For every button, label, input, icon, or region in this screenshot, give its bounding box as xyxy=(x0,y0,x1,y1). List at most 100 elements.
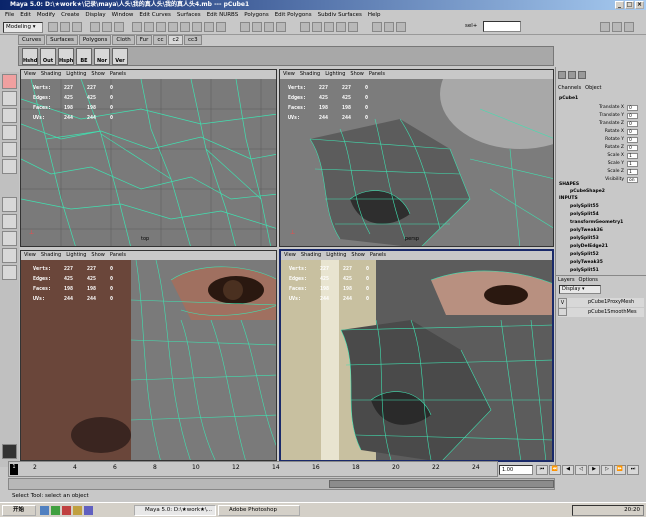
play-forward-icon[interactable]: ▶ xyxy=(588,465,600,475)
layer-visibility-toggle[interactable] xyxy=(558,308,567,316)
menu-edit-polygons[interactable]: Edit Polygons xyxy=(272,10,315,20)
step-back-key-icon[interactable]: ⏪ xyxy=(549,465,561,475)
panel-menu-shading[interactable]: Shading xyxy=(41,70,61,79)
shelf-tab[interactable]: Curves xyxy=(18,35,46,45)
shelf-tab[interactable]: cc3 xyxy=(184,35,202,45)
layer-row[interactable]: V pCube1ProxyMesh xyxy=(558,298,644,309)
panel-menu-panels[interactable]: Panels xyxy=(110,70,126,79)
shelf-tab[interactable]: c2 xyxy=(168,35,184,45)
lasso-tool-icon[interactable] xyxy=(2,91,17,106)
attribute-editor-icon[interactable] xyxy=(600,22,610,32)
shelf-button[interactable]: Ver xyxy=(112,48,128,65)
new-scene-icon[interactable] xyxy=(48,22,58,32)
task-maya[interactable]: Maya 5.0: D:\★work★\... xyxy=(134,505,216,516)
snap-point-icon[interactable] xyxy=(264,22,274,32)
panel-menu-panels[interactable]: Panels xyxy=(370,251,386,260)
viewport-side[interactable]: View Shading Lighting Show Panels Verts:… xyxy=(279,249,554,462)
attr-field[interactable]: 1 xyxy=(627,161,638,167)
mask-icon[interactable] xyxy=(204,22,214,32)
render-globals-icon[interactable] xyxy=(396,22,406,32)
panel-menu-lighting[interactable]: Lighting xyxy=(66,251,86,260)
tab-object[interactable]: Object xyxy=(585,85,601,91)
attr-field[interactable]: 1 xyxy=(627,169,638,175)
viewport-canvas[interactable]: Verts: 227 227 0 Edges: 425 425 0 Faces: 198 198… xyxy=(280,79,553,246)
panel-menu-view[interactable]: View xyxy=(24,70,36,79)
mask-icon[interactable] xyxy=(132,22,142,32)
attr-field[interactable]: 0 xyxy=(627,137,638,143)
shelf-tab[interactable]: cc xyxy=(153,35,168,45)
panel-menu-show[interactable]: Show xyxy=(91,70,105,79)
maximize-button[interactable]: □ xyxy=(625,1,634,9)
select-hierarchy-icon[interactable] xyxy=(90,22,100,32)
viewport-canvas[interactable]: Verts: 227 227 0 Edges: 425 425 0 Faces: 198 198… xyxy=(281,260,552,460)
panel-menu-shading[interactable]: Shading xyxy=(300,70,320,79)
ipr-render-icon[interactable] xyxy=(384,22,394,32)
input-node[interactable]: polyTweak35 xyxy=(570,260,603,265)
menu-window[interactable]: Window xyxy=(109,10,137,20)
app-icon[interactable] xyxy=(62,506,71,515)
layout-four-icon[interactable] xyxy=(2,214,17,229)
tool-settings-icon[interactable] xyxy=(612,22,622,32)
scale-tool-icon[interactable] xyxy=(2,142,17,157)
menu-polygons[interactable]: Polygons xyxy=(241,10,271,20)
app-icon[interactable] xyxy=(84,506,93,515)
panel-menu-lighting[interactable]: Lighting xyxy=(326,251,346,260)
mask-icon[interactable] xyxy=(192,22,202,32)
history-icon[interactable] xyxy=(324,22,334,32)
panel-menu-lighting[interactable]: Lighting xyxy=(325,70,345,79)
shelf-tab[interactable]: Surfaces xyxy=(46,35,78,45)
start-button[interactable]: 开始 xyxy=(2,505,36,516)
menu-modify[interactable]: Modify xyxy=(34,10,58,20)
panel-menu-show[interactable]: Show xyxy=(351,251,365,260)
layer-type-select[interactable]: Display ▾ xyxy=(559,285,601,294)
input-node[interactable]: polySplit53 xyxy=(570,236,599,241)
go-to-end-icon[interactable]: ⏭ xyxy=(627,465,639,475)
channel-box-icon[interactable] xyxy=(624,22,634,32)
task-photoshop[interactable]: Adobe Photoshop xyxy=(218,505,300,516)
mask-icon[interactable] xyxy=(156,22,166,32)
render-icon[interactable] xyxy=(372,22,382,32)
shelf-tab[interactable]: Cloth xyxy=(112,35,135,45)
snap-grid-icon[interactable] xyxy=(240,22,250,32)
layout-single-icon[interactable] xyxy=(2,197,17,212)
layout-icon[interactable] xyxy=(578,71,586,79)
select-component-icon[interactable] xyxy=(114,22,124,32)
attr-field[interactable]: 1 xyxy=(627,153,638,159)
shelf-tab[interactable]: Polygons xyxy=(78,35,112,45)
layout-icon[interactable] xyxy=(558,71,566,79)
history-icon[interactable] xyxy=(348,22,358,32)
shelf-button[interactable]: Hsph xyxy=(58,48,74,65)
layout-side-icon[interactable] xyxy=(2,231,17,246)
rotate-tool-icon[interactable] xyxy=(2,125,17,140)
shelf-button[interactable]: Hshd xyxy=(22,48,38,65)
viewport-top[interactable]: View Shading Lighting Show Panels Verts:… xyxy=(20,69,277,247)
panel-menu-view[interactable]: View xyxy=(24,251,36,260)
layout-outliner-icon[interactable] xyxy=(2,248,17,263)
input-node[interactable]: polySplit54 xyxy=(570,212,599,217)
layer-row[interactable]: pCube1SmoothMes xyxy=(558,308,644,317)
mode-select[interactable]: Modeling ▾ xyxy=(3,22,43,33)
range-slider[interactable] xyxy=(8,478,555,490)
menu-edit-curves[interactable]: Edit Curves xyxy=(136,10,174,20)
shelf-button[interactable]: BE xyxy=(76,48,92,65)
history-icon[interactable] xyxy=(336,22,346,32)
menu-help[interactable]: Help xyxy=(365,10,384,20)
input-node[interactable]: polySplit55 xyxy=(570,204,599,209)
panel-menu-panels[interactable]: Panels xyxy=(110,251,126,260)
menu-display[interactable]: Display xyxy=(82,10,108,20)
step-back-icon[interactable]: ◀ xyxy=(562,465,574,475)
go-to-start-icon[interactable]: ⏮ xyxy=(536,465,548,475)
minimize-button[interactable]: _ xyxy=(615,1,624,9)
time-slider[interactable]: 1 2 4 6 8 10 12 14 16 18 20 22 24 xyxy=(8,461,498,477)
range-slider-handle[interactable] xyxy=(329,480,554,488)
viewport-persp[interactable]: View Shading Lighting Show Panels Verts:… xyxy=(279,69,554,247)
attr-field[interactable]: on xyxy=(627,177,638,183)
panel-menu-view[interactable]: View xyxy=(283,70,295,79)
mask-icon[interactable] xyxy=(216,22,226,32)
save-scene-icon[interactable] xyxy=(72,22,82,32)
mask-icon[interactable] xyxy=(180,22,190,32)
shape-node[interactable]: pCubeShape2 xyxy=(570,189,605,194)
attr-field[interactable]: 0 xyxy=(627,113,638,119)
viewport-canvas[interactable]: Verts: 227 227 0 Edges: 425 425 0 Faces: 198 198… xyxy=(21,79,276,246)
quick-select-field[interactable] xyxy=(483,21,521,32)
